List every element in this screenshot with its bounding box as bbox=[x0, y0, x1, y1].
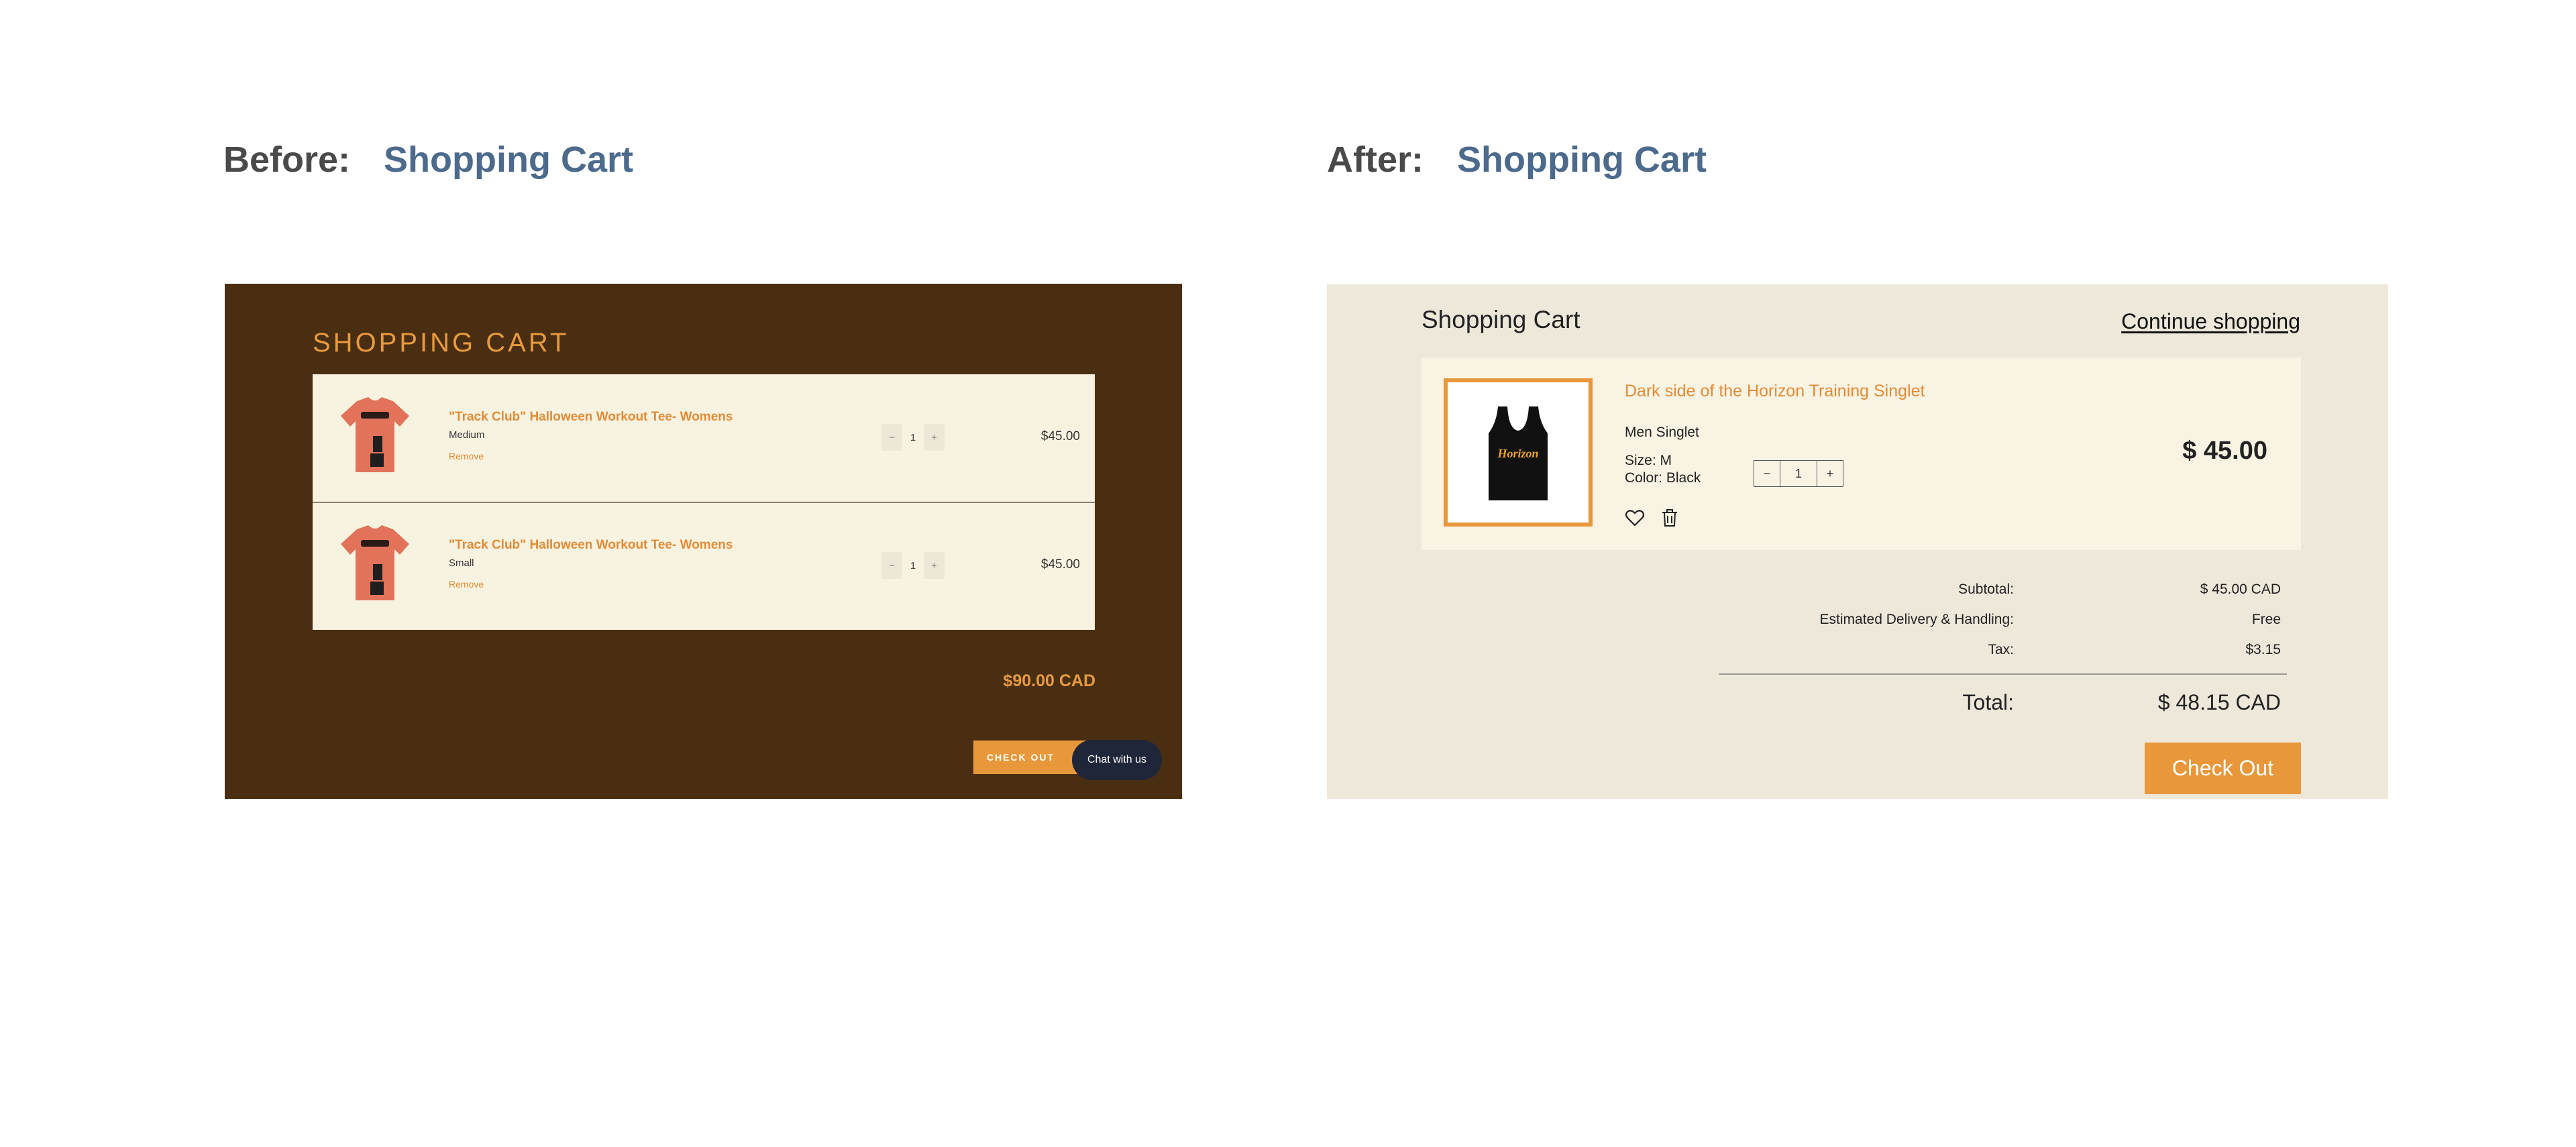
before-item-list: "Track Club" Halloween Workout Tee- Wome… bbox=[313, 374, 1095, 630]
total-value: $ 48.15 CAD bbox=[2157, 690, 2281, 714]
after-label: After: bbox=[1327, 140, 1424, 180]
quantity-stepper: − 1 + bbox=[881, 552, 945, 579]
after-heading: After: Shopping Cart bbox=[1327, 133, 1707, 186]
delivery-label: Estimated Delivery & Handling: bbox=[1819, 612, 2014, 627]
delivery-value: Free bbox=[2251, 612, 2281, 627]
total-label: Total: bbox=[1962, 690, 2014, 714]
cart-item-row: "Track Club" Halloween Workout Tee- Wome… bbox=[313, 502, 1095, 630]
before-label: Before: bbox=[223, 140, 351, 180]
quantity-stepper: − 1 + bbox=[1754, 460, 1843, 487]
before-heading: Before: Shopping Cart bbox=[223, 133, 633, 186]
product-name-link[interactable]: Dark side of the Horizon Training Single… bbox=[1625, 382, 1925, 401]
remove-link[interactable]: Remove bbox=[449, 451, 484, 461]
subtotal-value: $ 45.00 CAD bbox=[2200, 582, 2281, 597]
after-title: Shopping Cart bbox=[1457, 140, 1707, 180]
tshirt-image bbox=[341, 525, 409, 600]
after-cart-panel: Shopping Cart Continue shopping Horizon … bbox=[1327, 284, 2388, 799]
continue-shopping-link[interactable]: Continue shopping bbox=[2121, 309, 2300, 334]
product-image[interactable]: Horizon bbox=[1444, 378, 1593, 527]
product-size: Medium bbox=[449, 429, 485, 441]
increase-qty-button[interactable]: + bbox=[923, 552, 945, 579]
singlet-logo-text: Horizon bbox=[1497, 447, 1538, 460]
item-price: $45.00 bbox=[1040, 557, 1080, 571]
tax-label: Tax: bbox=[1988, 642, 2014, 657]
product-size: Small bbox=[449, 557, 474, 569]
cart-item-row: "Track Club" Halloween Workout Tee- Wome… bbox=[313, 374, 1095, 503]
subtotal-label: Subtotal: bbox=[1958, 582, 2014, 597]
product-name-link[interactable]: "Track Club" Halloween Workout Tee- Wome… bbox=[449, 410, 733, 425]
cart-total: $90.00 CAD bbox=[1003, 671, 1095, 690]
remove-link[interactable]: Remove bbox=[449, 579, 484, 590]
product-color: Color: Black bbox=[1625, 470, 1701, 486]
quantity-value[interactable]: 1 bbox=[902, 552, 923, 579]
singlet-image: Horizon bbox=[1489, 406, 1548, 500]
tax-value: $3.15 bbox=[2245, 642, 2281, 657]
checkout-button[interactable]: Check Out bbox=[2145, 743, 2301, 794]
before-cart-title: SHOPPING CART bbox=[313, 328, 570, 358]
decrease-qty-button[interactable]: − bbox=[881, 552, 903, 579]
trash-icon[interactable] bbox=[1660, 508, 1679, 528]
tshirt-image bbox=[341, 397, 409, 472]
before-title: Shopping Cart bbox=[384, 140, 633, 180]
summary-divider bbox=[1719, 673, 2287, 675]
product-size: Size: M bbox=[1625, 453, 1672, 468]
heart-icon[interactable] bbox=[1625, 508, 1645, 528]
quantity-value[interactable]: 1 bbox=[1780, 461, 1817, 486]
quantity-value[interactable]: 1 bbox=[902, 424, 923, 451]
increase-qty-button[interactable]: + bbox=[1817, 461, 1843, 486]
cart-item-card: Horizon Dark side of the Horizon Trainin… bbox=[1421, 358, 2301, 550]
after-cart-title: Shopping Cart bbox=[1421, 306, 1580, 333]
chat-button[interactable]: Chat with us bbox=[1072, 740, 1162, 780]
item-price: $ 45.00 bbox=[2182, 437, 2267, 465]
before-cart-panel: SHOPPING CART "Track Club" Halloween Wor… bbox=[225, 284, 1182, 799]
decrease-qty-button[interactable]: − bbox=[881, 424, 903, 451]
item-price: $45.00 bbox=[1040, 429, 1080, 443]
decrease-qty-button[interactable]: − bbox=[1754, 461, 1780, 486]
product-type: Men Singlet bbox=[1625, 425, 1699, 440]
increase-qty-button[interactable]: + bbox=[923, 424, 945, 451]
product-name-link[interactable]: "Track Club" Halloween Workout Tee- Wome… bbox=[449, 538, 733, 553]
quantity-stepper: − 1 + bbox=[881, 424, 945, 451]
